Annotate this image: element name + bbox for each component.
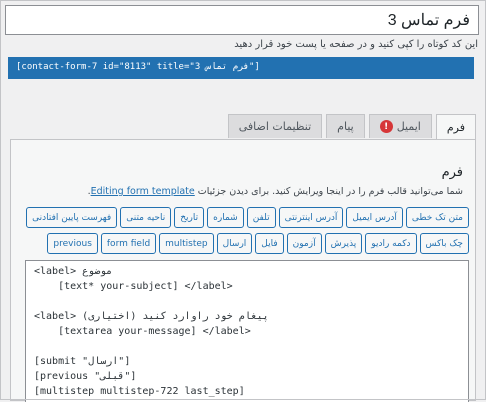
tag-button-multistep[interactable]: multistep bbox=[159, 233, 214, 254]
tab-mail[interactable]: ایمیل ! bbox=[368, 114, 432, 138]
tag-generator-row-2: چک باکس دکمه رادیو پذیرش آزمون فایل ارسا… bbox=[47, 233, 469, 254]
tag-button-url[interactable]: آدرس اینترنتی bbox=[278, 207, 344, 228]
tag-button-form-field[interactable]: form field bbox=[100, 233, 157, 254]
tag-button-date[interactable]: تاریخ bbox=[174, 207, 205, 228]
tab-additional-settings[interactable]: تنظیمات اضافی bbox=[227, 114, 323, 138]
editor-line: [submit "ارسال"] bbox=[34, 356, 131, 367]
tag-button-quiz[interactable]: آزمون bbox=[286, 233, 322, 254]
editor-line: [previous "قبلی"] bbox=[34, 371, 137, 382]
tab-mail-label: ایمیل bbox=[396, 120, 421, 133]
tag-button-number[interactable]: شماره bbox=[207, 207, 244, 228]
form-panel: فرم شما می‌توانید قالب فرم را در اینجا و… bbox=[10, 139, 476, 402]
shortcode-hint: این کد کوتاه را کپی کنید و در صفحه یا پس… bbox=[234, 39, 478, 50]
tag-button-previous[interactable]: previous bbox=[47, 233, 98, 254]
tab-messages[interactable]: پیام bbox=[326, 114, 365, 138]
panel-heading: فرم bbox=[441, 165, 463, 180]
tag-button-file[interactable]: فایل bbox=[255, 233, 284, 254]
tab-form[interactable]: فرم bbox=[435, 114, 476, 140]
tag-button-checkbox[interactable]: چک باکس bbox=[419, 233, 469, 254]
editor-line: <label> موضوع bbox=[34, 266, 113, 277]
tag-button-tel[interactable]: تلفن bbox=[246, 207, 276, 228]
tag-button-textarea[interactable]: ناحیه متنی bbox=[120, 207, 172, 228]
tab-messages-label: پیام bbox=[337, 120, 354, 133]
tag-generator-row-1: متن تک خطی آدرس ایمیل آدرس اینترنتی تلفن… bbox=[26, 207, 469, 228]
description-text: شما می‌توانید قالب فرم را در اینجا ویرای… bbox=[197, 186, 463, 197]
tag-button-radio[interactable]: دکمه رادیو bbox=[365, 233, 417, 254]
editor-line: <label> پیغام خود راوارد کنید (اختیاری) bbox=[34, 311, 269, 322]
warning-icon: ! bbox=[379, 120, 393, 133]
editing-form-template-link[interactable]: Editing form template bbox=[91, 186, 195, 197]
tag-button-text[interactable]: متن تک خطی bbox=[405, 207, 469, 228]
tag-button-dropdown[interactable]: فهرست پایین افتادنی bbox=[26, 207, 118, 228]
editor-tabs: فرم ایمیل ! پیام تنظیمات اضافی bbox=[227, 114, 476, 140]
tag-button-submit[interactable]: ارسال bbox=[216, 233, 253, 254]
editor-line: [text* your-subject] </label> bbox=[34, 281, 233, 292]
panel-description: شما می‌توانید قالب فرم را در اینجا ویرای… bbox=[88, 186, 463, 197]
form-template-editor[interactable]: <label> موضوع [text* your-subject] </lab… bbox=[25, 260, 469, 402]
tag-button-acceptance[interactable]: پذیرش bbox=[324, 233, 363, 254]
tab-additional-settings-label: تنظیمات اضافی bbox=[238, 120, 312, 133]
shortcode-box[interactable]: [contact-form-7 id="8113" title="فرم تما… bbox=[8, 57, 474, 79]
editor-line: [textarea your-message] </label> bbox=[34, 326, 251, 337]
tag-button-email[interactable]: آدرس ایمیل bbox=[346, 207, 403, 228]
tab-form-label: فرم bbox=[446, 121, 465, 134]
editor-line: [multistep multistep-722 last_step] bbox=[34, 386, 245, 397]
form-title-input[interactable] bbox=[5, 5, 479, 35]
